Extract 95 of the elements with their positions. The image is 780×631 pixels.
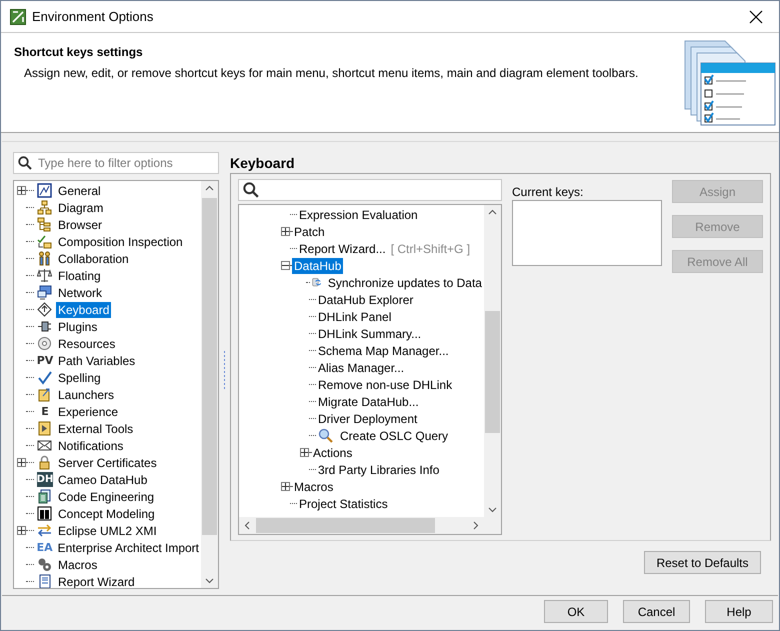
letter-badge-icon: DH [37, 472, 53, 487]
exchange-arrows-icon [37, 523, 52, 538]
shortcut-tree-item[interactable]: Actions [311, 444, 354, 460]
options-tree-item[interactable]: Concept Modeling [56, 506, 157, 522]
options-tree-item[interactable]: Report Wizard [56, 574, 137, 588]
spell-check-icon [37, 370, 52, 385]
letter-badge-icon: PV [37, 353, 53, 368]
computer-icon [37, 285, 52, 300]
magnifier-icon [318, 428, 334, 443]
shortcut-tree-item[interactable]: Synchronize updates to Data [326, 274, 484, 290]
options-tree-item[interactable]: Code Engineering [56, 488, 156, 504]
letter-badge-icon: EA [36, 540, 53, 555]
shortcut-tree-item[interactable]: DHLink Summary... [316, 326, 424, 342]
options-tree-item[interactable]: Launchers [56, 386, 116, 402]
shortcut-tree-item[interactable]: Migrate DataHub... [316, 394, 421, 410]
shortcut-keys: [ Ctrl+Shift+G ] [390, 242, 470, 256]
scales-icon [37, 268, 52, 283]
options-tree-item[interactable]: Notifications [56, 438, 126, 454]
reset-to-defaults-button[interactable]: Reset to Defaults [644, 551, 761, 574]
plug-icon [37, 319, 52, 334]
disc-icon [37, 336, 52, 351]
picture-frame-icon [37, 183, 52, 198]
shortcut-tree-item[interactable]: Expression Evaluation [297, 206, 420, 222]
shortcut-tree-item[interactable]: DataHub [292, 258, 344, 274]
options-tree-item[interactable]: Network [56, 284, 104, 300]
search-icon [243, 182, 259, 198]
options-tree-item[interactable]: Eclipse UML2 XMI [56, 522, 159, 538]
shortcut-tree-item[interactable]: Alias Manager... [316, 360, 406, 376]
launcher-icon [37, 387, 52, 402]
shortcut-tree-item[interactable]: Report Wizard... [297, 240, 388, 256]
options-tree-item[interactable]: Floating [56, 268, 103, 284]
horizontal-scrollbar[interactable] [239, 517, 484, 534]
options-tree-item[interactable]: Browser [56, 216, 104, 232]
scroll-right-icon[interactable] [471, 521, 480, 530]
keyboard-key-icon [37, 302, 52, 317]
expand-toggle-icon[interactable] [17, 526, 26, 535]
shortcut-tree-item[interactable]: DataHub Explorer [316, 292, 416, 308]
dialog-button[interactable]: Help [705, 600, 773, 623]
options-tree-item[interactable]: Server Certificates [56, 454, 159, 470]
header-title: Shortcut keys settings [14, 45, 144, 59]
shortcut-tree-item[interactable]: DHLink Panel [316, 308, 394, 324]
close-icon [749, 10, 763, 24]
window-title: Environment Options [32, 9, 154, 24]
play-button-icon [37, 421, 52, 436]
padlock-icon [37, 455, 52, 470]
documents-icon [37, 489, 52, 504]
options-tree-item[interactable]: Experience [56, 404, 120, 420]
options-tree-item[interactable]: Resources [56, 336, 118, 352]
shortcut-tree-item[interactable]: Project Statistics [297, 496, 390, 512]
options-tree-item[interactable]: Diagram [56, 200, 106, 216]
vertical-scrollbar[interactable] [484, 205, 501, 517]
expand-toggle-icon[interactable] [17, 186, 26, 195]
filter-field[interactable]: Type here to filter options [13, 152, 219, 174]
expand-toggle-icon[interactable] [300, 448, 309, 457]
dialog-button[interactable]: OK [544, 600, 608, 623]
options-tree-item[interactable]: General [56, 182, 103, 198]
shortcut-tree-item[interactable]: Remove non-use DHLink [316, 376, 454, 392]
app-logo-icon [10, 8, 26, 24]
shortcut-tree-item[interactable]: Driver Deployment [316, 410, 420, 426]
options-tree-item[interactable]: Cameo DataHub [56, 472, 150, 488]
dialog-button[interactable]: Cancel [623, 600, 690, 623]
people-icon [37, 251, 52, 266]
current-keys-list[interactable] [512, 200, 662, 266]
options-tree-item[interactable]: Composition Inspection [56, 234, 185, 250]
shortcut-tree-item[interactable]: Macros [292, 478, 336, 494]
shortcut-tree-item[interactable]: Create OSLC Query [338, 428, 450, 444]
collapse-toggle-icon[interactable] [281, 261, 290, 270]
search-icon [18, 156, 32, 170]
shortcut-tree-item[interactable]: 3rd Party Libraries Info [316, 462, 442, 478]
current-keys-label: Current keys: [512, 185, 584, 199]
envelope-icon [37, 438, 52, 453]
shortcut-tree-item[interactable]: Schema Map Manager... [316, 342, 451, 358]
options-tree-item[interactable]: Path Variables [56, 352, 138, 368]
expand-toggle-icon[interactable] [281, 482, 290, 491]
folder-tree-icon [37, 217, 52, 232]
options-tree-item[interactable]: Macros [56, 556, 100, 572]
splitter-handle-icon[interactable] [223, 350, 226, 390]
book-icon [37, 506, 52, 521]
hierarchy-icon [37, 200, 52, 215]
options-tree-item[interactable]: Enterprise Architect Import [56, 540, 201, 556]
folder-check-icon [37, 234, 52, 249]
expand-toggle-icon[interactable] [281, 227, 290, 236]
expand-toggle-icon[interactable] [17, 458, 26, 467]
options-tree-item[interactable]: Plugins [56, 318, 100, 334]
shortcut-tree-item[interactable]: Patch [292, 224, 327, 240]
options-tree-item[interactable]: Collaboration [56, 250, 131, 266]
vertical-scrollbar[interactable] [201, 181, 218, 588]
letter-badge-icon: E [37, 404, 53, 419]
search-field[interactable] [238, 179, 502, 201]
scroll-left-icon[interactable] [243, 521, 252, 530]
options-tree-item[interactable]: Spelling [56, 370, 103, 386]
section-title: Keyboard [230, 154, 296, 173]
options-tree-item[interactable]: Keyboard [56, 302, 112, 318]
options-tree-item[interactable]: External Tools [56, 420, 136, 436]
header-description: Assign new, edit, or remove shortcut keys for main menu, shortcut menu items, main and diagram element toolbars. [23, 66, 640, 80]
